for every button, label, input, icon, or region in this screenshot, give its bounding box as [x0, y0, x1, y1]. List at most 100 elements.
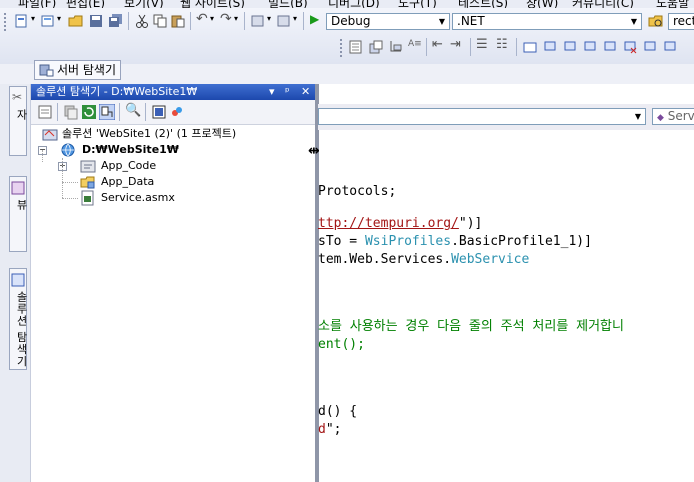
dropdown-arrow-icon[interactable]: ▾ — [293, 14, 297, 23]
code-text: ")] — [458, 216, 483, 231]
paste-icon[interactable] — [170, 13, 186, 29]
increase-indent-icon[interactable]: ⇥ — [450, 37, 461, 52]
toolbar-grip[interactable] — [4, 13, 9, 31]
open-folder-icon[interactable] — [68, 13, 84, 29]
view-code-icon[interactable] — [169, 104, 185, 120]
bookmark-next-folder-icon[interactable] — [602, 39, 618, 55]
menu-website[interactable]: 웹 사이트(S) — [180, 0, 245, 8]
refresh-icon[interactable] — [81, 104, 97, 120]
parameter-info-icon[interactable] — [388, 39, 404, 55]
dropdown-arrow-icon[interactable]: ▾ — [31, 14, 35, 23]
member-list-icon[interactable] — [368, 39, 384, 55]
code-string: d — [318, 422, 326, 437]
find-combo[interactable]: rect — [668, 13, 694, 30]
menu-debug[interactable]: 디버그(D) — [328, 0, 380, 8]
add-item-icon[interactable] — [40, 13, 56, 29]
server-icon — [39, 64, 54, 77]
bookmark-prev-folder-icon[interactable] — [582, 39, 598, 55]
solution-label: 솔루션 'WebSite1 (2)' (1 프로젝트) — [62, 127, 237, 140]
solution-explorer-titlebar[interactable]: 솔루션 탐색기 - D:₩WebSite1₩ ▾ ᵖ ✕ — [31, 84, 315, 100]
close-button[interactable]: ✕ — [301, 84, 310, 99]
chevron-down-icon[interactable]: ▼ — [631, 109, 645, 124]
code-editor[interactable] — [319, 84, 694, 482]
decrease-indent-icon[interactable]: ⇤ — [432, 37, 443, 52]
object-list-icon[interactable] — [348, 39, 364, 55]
uncomment-lines-icon[interactable]: ☷ — [496, 37, 508, 52]
code-comment: ent(); — [318, 337, 365, 352]
class-view-icon — [11, 181, 25, 195]
cut-icon[interactable] — [134, 13, 150, 29]
data-folder-icon — [80, 176, 95, 189]
tree-node-project[interactable]: − D:₩WebSite1₩ — [38, 142, 298, 158]
toolbox-tab[interactable]: ✂ 도구 상자 — [9, 86, 44, 156]
save-icon[interactable] — [88, 13, 104, 29]
bookmark-extra-icon[interactable] — [662, 39, 678, 55]
project-label: D:₩WebSite1₩ — [82, 143, 179, 156]
word-complete-icon[interactable]: A≡ — [408, 39, 422, 49]
menu-window[interactable]: 창(W) — [526, 0, 558, 8]
dropdown-arrow-icon[interactable]: ▾ — [234, 14, 238, 23]
redo-icon[interactable]: ↷ — [220, 11, 232, 27]
comment-lines-icon[interactable]: ☰ — [476, 37, 488, 52]
solution-explorer-title: 솔루션 탐색기 - D:₩WebSite1₩ — [36, 85, 198, 98]
configuration-combo[interactable]: Debug ▼ — [326, 13, 450, 30]
bookmark-window-icon[interactable] — [642, 39, 658, 55]
class-view-tab[interactable]: 클래스 뷰 — [9, 176, 44, 252]
chevron-down-icon[interactable]: ▼ — [435, 14, 449, 29]
server-explorer-tab[interactable]: 서버 탐색기 — [34, 60, 122, 80]
view-designer-icon[interactable] — [151, 104, 167, 120]
auto-hide-button[interactable]: ᵖ — [285, 84, 290, 99]
toolbar-grip[interactable] — [340, 39, 345, 57]
method-icon: ◆ — [657, 113, 664, 123]
chevron-down-icon[interactable]: ▼ — [627, 14, 641, 29]
code-text: sTo = — [318, 234, 365, 249]
menu-community[interactable]: 커뮤니티(C) — [572, 0, 634, 8]
navigate-forward-icon[interactable] — [276, 13, 292, 29]
find-in-files-icon[interactable] — [648, 13, 664, 29]
undo-icon[interactable]: ↶ — [196, 11, 208, 27]
text-editor-toolbar: A≡ ⇤ ⇥ ☰ ☷ — [0, 36, 694, 60]
bookmark-clear-icon[interactable] — [622, 39, 638, 55]
separator — [119, 103, 120, 121]
copy-icon[interactable] — [152, 13, 168, 29]
code-folder-icon — [80, 160, 96, 173]
new-project-icon[interactable] — [14, 13, 30, 29]
tree-line — [62, 198, 78, 200]
platform-combo[interactable]: .NET ▼ — [452, 13, 642, 30]
type-combo[interactable]: ▼ — [318, 108, 646, 125]
bookmark-next-icon[interactable] — [562, 39, 578, 55]
code-line: ent(); — [318, 336, 365, 354]
dropdown-arrow-icon[interactable]: ▾ — [57, 14, 61, 23]
separator — [57, 103, 58, 121]
menu-help[interactable]: 도움말 — [656, 0, 689, 8]
app-code-label: App_Code — [101, 159, 157, 172]
menu-build[interactable]: 빌드(B) — [268, 0, 308, 8]
menu-edit[interactable]: 편집(E) — [66, 0, 105, 8]
menu-test[interactable]: 테스트(S) — [458, 0, 508, 8]
copy-website-icon[interactable] — [63, 104, 79, 120]
code-line: ttp://tempuri.org/")] — [318, 215, 482, 233]
properties-icon[interactable] — [37, 104, 53, 120]
code-string: ttp://tempuri.org/ — [318, 216, 459, 231]
navigate-backward-icon[interactable] — [250, 13, 266, 29]
solution-explorer-toolbar: 🔍 — [31, 100, 315, 125]
bookmark-toggle-icon[interactable] — [522, 39, 538, 55]
menu-file[interactable]: 파일(F) — [18, 0, 56, 8]
save-all-icon[interactable] — [108, 13, 124, 29]
start-debugging-icon[interactable]: ▶ — [310, 12, 319, 26]
member-combo[interactable]: ◆ Serv — [652, 108, 694, 125]
nest-related-files-icon[interactable] — [99, 104, 115, 120]
dropdown-arrow-icon[interactable]: ▾ — [210, 14, 214, 23]
separator — [426, 38, 427, 56]
toolbox-icon: ✂ — [12, 90, 23, 104]
separator — [470, 38, 471, 56]
tree-line — [62, 158, 64, 198]
asp-net-config-icon[interactable]: 🔍 — [125, 103, 141, 118]
menu-tools[interactable]: 도구(T) — [398, 0, 437, 8]
window-position-button[interactable]: ▾ — [269, 84, 275, 99]
menu-view[interactable]: 보기(V) — [124, 0, 164, 8]
solution-explorer-tab[interactable]: 솔루션 탐색기 — [9, 268, 28, 370]
dropdown-arrow-icon[interactable]: ▾ — [267, 14, 271, 23]
website-project-icon — [61, 143, 75, 157]
bookmark-prev-icon[interactable] — [542, 39, 558, 55]
